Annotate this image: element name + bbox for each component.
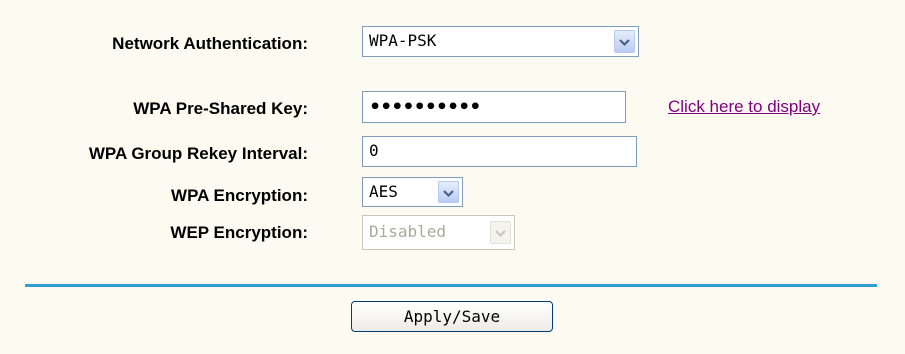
network-authentication-select[interactable]: WPA-PSK [362, 26, 639, 57]
wpa-encryption-select[interactable]: AES [362, 177, 463, 207]
wep-encryption-label: WEP Encryption: [170, 223, 308, 242]
wep-encryption-select: Disabled [362, 215, 515, 250]
wpa-pre-shared-key-value: •••••••••• [369, 96, 481, 118]
wpa-group-rekey-interval-value: 0 [369, 141, 379, 160]
wpa-group-rekey-interval-input[interactable]: 0 [362, 136, 637, 167]
wpa-encryption-label: WPA Encryption: [171, 186, 308, 205]
chevron-down-icon [490, 221, 511, 244]
wpa-group-rekey-interval-label: WPA Group Rekey Interval: [88, 144, 308, 163]
display-key-link[interactable]: Click here to display [668, 97, 820, 117]
apply-save-button[interactable]: Apply/Save [351, 301, 553, 332]
section-divider [25, 284, 877, 287]
wpa-pre-shared-key-input[interactable]: •••••••••• [362, 91, 626, 123]
network-authentication-value: WPA-PSK [369, 31, 437, 50]
network-authentication-label: Network Authentication: [112, 34, 308, 53]
chevron-down-icon[interactable] [438, 181, 459, 203]
wpa-encryption-value: AES [369, 182, 398, 201]
wep-encryption-value: Disabled [369, 222, 447, 241]
chevron-down-icon[interactable] [614, 30, 635, 53]
wpa-pre-shared-key-label: WPA Pre-Shared Key: [133, 99, 308, 118]
